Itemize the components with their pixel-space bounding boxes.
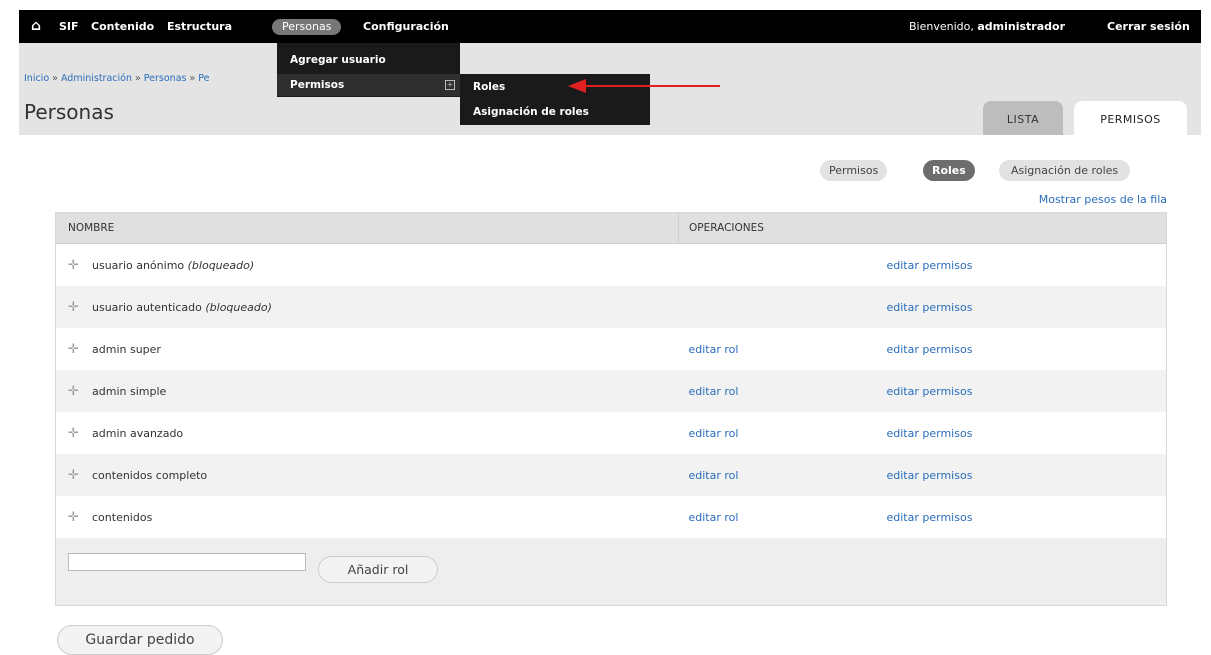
menu-item-permisos-label: Permisos [290, 79, 345, 91]
edit-permissions-cell: editar permisos [886, 412, 1166, 454]
username: administrador [977, 20, 1065, 33]
drag-handle-icon[interactable]: ✛ [68, 468, 82, 483]
secondary-tab-permisos[interactable]: Permisos [820, 160, 888, 181]
edit-permissions-cell: editar permisos [886, 328, 1166, 370]
save-order-button[interactable]: Guardar pedido [57, 625, 223, 655]
table-row: ✛ usuario anónimo (bloqueado) editar permi… [56, 243, 1166, 286]
drag-handle-icon[interactable]: ✛ [68, 300, 82, 315]
menu-item-agregar-usuario[interactable]: Agregar usuario [277, 49, 460, 71]
table-row: ✛ admin avanzado editar rol editar permisos [56, 412, 1166, 454]
add-role-button[interactable]: Añadir rol [318, 556, 438, 583]
toolbar-item-configuracion[interactable]: Configuración [363, 10, 449, 43]
role-name: admin avanzado [92, 426, 184, 440]
edit-permissions-link[interactable]: editar permisos [887, 259, 973, 272]
role-name-cell: ✛ contenidos completo [56, 454, 679, 496]
edit-role-link[interactable]: editar rol [689, 343, 739, 356]
role-name-cell: ✛ admin avanzado [56, 412, 679, 454]
submenu-item-asignacion-roles[interactable]: Asignación de roles [460, 101, 650, 123]
edit-role-cell [678, 286, 887, 328]
edit-permissions-cell: editar permisos [886, 370, 1166, 412]
edit-role-cell: editar rol [678, 328, 887, 370]
edit-role-cell: editar rol [678, 496, 887, 538]
column-header-nombre: NOMBRE [56, 213, 679, 244]
secondary-tab-roles[interactable]: Roles [923, 160, 975, 181]
toolbar-item-estructura[interactable]: Estructura [167, 10, 232, 43]
roles-table: NOMBRE OPERACIONES ✛ usuario anónimo (blo… [56, 213, 1166, 538]
role-name-cell: ✛ contenidos [56, 496, 679, 538]
edit-role-cell: editar rol [678, 412, 887, 454]
expand-icon: + [445, 80, 455, 90]
edit-permissions-link[interactable]: editar permisos [887, 427, 973, 440]
home-icon[interactable]: ⌂ [31, 10, 41, 43]
role-name: usuario autenticado [92, 300, 202, 314]
breadcrumb: Inicio» Administración» Personas» Pe [24, 73, 210, 84]
edit-permissions-cell: editar permisos [886, 496, 1166, 538]
drag-handle-icon[interactable]: ✛ [68, 258, 82, 273]
table-row: ✛ usuario autenticado (bloqueado) editar p… [56, 286, 1166, 328]
new-role-name-input[interactable] [68, 553, 306, 571]
breadcrumb-personas[interactable]: Personas [144, 73, 187, 84]
edit-permissions-cell: editar permisos [886, 243, 1166, 286]
toolbar-item-sif[interactable]: SIF [59, 10, 79, 43]
edit-role-cell: editar rol [678, 370, 887, 412]
logout-link[interactable]: Cerrar sesión [1107, 10, 1190, 43]
edit-permissions-link[interactable]: editar permisos [887, 385, 973, 398]
drag-handle-icon[interactable]: ✛ [68, 384, 82, 399]
drag-handle-icon[interactable]: ✛ [68, 426, 82, 441]
edit-permissions-cell: editar permisos [886, 454, 1166, 496]
role-locked-note: (bloqueado) [187, 258, 255, 272]
tab-permisos[interactable]: PERMISOS [1074, 101, 1187, 135]
menu-item-permisos[interactable]: Permisos + [277, 74, 460, 96]
personas-dropdown-menu: Agregar usuario Permisos + [277, 43, 460, 97]
role-name: contenidos completo [92, 468, 208, 482]
breadcrumb-inicio[interactable]: Inicio [24, 73, 49, 84]
edit-role-cell: editar rol [678, 454, 887, 496]
edit-role-link[interactable]: editar rol [689, 511, 739, 524]
role-name: admin simple [92, 384, 167, 398]
role-name-cell: ✛ usuario anónimo (bloqueado) [56, 243, 679, 286]
edit-permissions-link[interactable]: editar permisos [887, 343, 973, 356]
admin-toolbar: ⌂ SIF Contenido Estructura Personas Conf… [19, 10, 1201, 43]
page-title: Personas [24, 100, 114, 124]
role-name-cell: ✛ admin simple [56, 370, 679, 412]
drag-handle-icon[interactable]: ✛ [68, 342, 82, 357]
edit-permissions-cell: editar permisos [886, 286, 1166, 328]
edit-role-link[interactable]: editar rol [689, 385, 739, 398]
show-row-weights-link[interactable]: Mostrar pesos de la fila [1039, 193, 1167, 206]
role-name-cell: ✛ admin super [56, 328, 679, 370]
table-row: ✛ admin super editar rol editar permisos [56, 328, 1166, 370]
breadcrumb-permisos[interactable]: Pe [198, 73, 209, 84]
edit-permissions-link[interactable]: editar permisos [887, 511, 973, 524]
role-name: contenidos [92, 510, 153, 524]
edit-permissions-link[interactable]: editar permisos [887, 469, 973, 482]
roles-table-container: NOMBRE OPERACIONES ✛ usuario anónimo (blo… [55, 212, 1167, 606]
toolbar-item-contenido[interactable]: Contenido [91, 10, 154, 43]
table-row: ✛ contenidos completo editar rol editar per… [56, 454, 1166, 496]
table-header-row: NOMBRE OPERACIONES [56, 213, 1166, 244]
edit-role-cell [678, 243, 887, 286]
table-row: ✛ admin simple editar rol editar permisos [56, 370, 1166, 412]
table-row: ✛ contenidos editar rol editar permisos [56, 496, 1166, 538]
drag-handle-icon[interactable]: ✛ [68, 510, 82, 525]
role-locked-note: (bloqueado) [205, 300, 272, 314]
column-header-operaciones: OPERACIONES [678, 213, 1166, 244]
role-name: usuario anónimo [92, 258, 185, 272]
role-name: admin super [92, 342, 161, 356]
edit-permissions-link[interactable]: editar permisos [887, 301, 973, 314]
toolbar-item-personas[interactable]: Personas [272, 19, 342, 35]
tab-lista[interactable]: LISTA [983, 101, 1063, 135]
red-arrow-annotation [568, 79, 720, 93]
role-name-cell: ✛ usuario autenticado (bloqueado) [56, 286, 679, 328]
edit-role-link[interactable]: editar rol [689, 427, 739, 440]
secondary-tab-asignacion-roles[interactable]: Asignación de roles [999, 160, 1131, 181]
edit-role-link[interactable]: editar rol [689, 469, 739, 482]
welcome-text: Bienvenido, administrador [909, 20, 1065, 33]
breadcrumb-administracion[interactable]: Administración [61, 73, 132, 84]
